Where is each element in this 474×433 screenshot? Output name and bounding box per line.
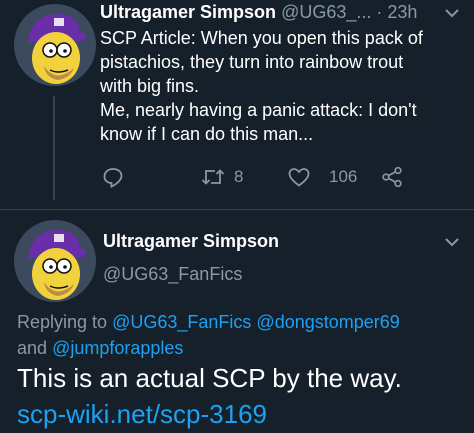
chevron-down-icon[interactable]	[444, 6, 460, 24]
share-button[interactable]	[381, 166, 403, 188]
tweet-line: SCP Article: When you open this pack of	[100, 28, 423, 48]
retweet-icon	[201, 169, 225, 185]
homer-avatar-image	[14, 4, 96, 86]
tweet-link[interactable]: scp-wiki.net/scp-3169	[17, 399, 267, 430]
heart-icon	[288, 168, 310, 187]
tweet-line: know if I can do this man...	[100, 124, 314, 144]
homer-avatar-image	[14, 220, 96, 302]
chevron-down-icon[interactable]	[444, 235, 460, 253]
author-name[interactable]: Ultragamer Simpson	[103, 231, 279, 252]
separator-dot: ·	[376, 2, 383, 22]
replying-to: Replying to @UG63_FanFics @dongstomper69…	[17, 309, 467, 361]
tweet-line: pistachios, they turn into rainbow trout	[100, 52, 404, 72]
like-count: 106	[329, 167, 358, 186]
avatar[interactable]	[14, 4, 96, 86]
tweet-time[interactable]: 23h	[387, 2, 417, 22]
and-text: and	[17, 338, 48, 358]
tweet2-text: This is an actual SCP by the way.	[17, 363, 402, 393]
reply-button[interactable]	[102, 166, 124, 188]
tweet1-header: Ultragamer Simpson @UG63_... · 23h	[100, 0, 417, 24]
mention-link[interactable]: @dongstomper69	[256, 312, 399, 332]
author-handle[interactable]: @UG63_FanFics	[103, 264, 242, 285]
mention-link[interactable]: @UG63_FanFics	[112, 312, 251, 332]
share-icon	[382, 166, 402, 188]
tweet1-text: SCP Article: When you open this pack of …	[100, 26, 460, 146]
tweet-line: Me, nearly having a panic attack: I don'…	[100, 100, 417, 120]
retweet-count: 8	[234, 167, 244, 186]
author-name[interactable]: Ultragamer Simpson	[100, 2, 276, 22]
author-handle[interactable]: @UG63_...	[281, 2, 371, 22]
comment-icon	[103, 168, 123, 188]
like-button[interactable]: 106	[287, 166, 357, 188]
divider	[0, 209, 474, 210]
mention-link[interactable]: @jumpforapples	[52, 338, 183, 358]
tweet1-actions: 8 106	[0, 166, 474, 192]
avatar[interactable]	[14, 220, 96, 302]
replying-prefix: Replying to	[17, 312, 108, 332]
retweet-button[interactable]: 8	[200, 166, 243, 188]
tweet-line: with big fins.	[100, 76, 200, 96]
